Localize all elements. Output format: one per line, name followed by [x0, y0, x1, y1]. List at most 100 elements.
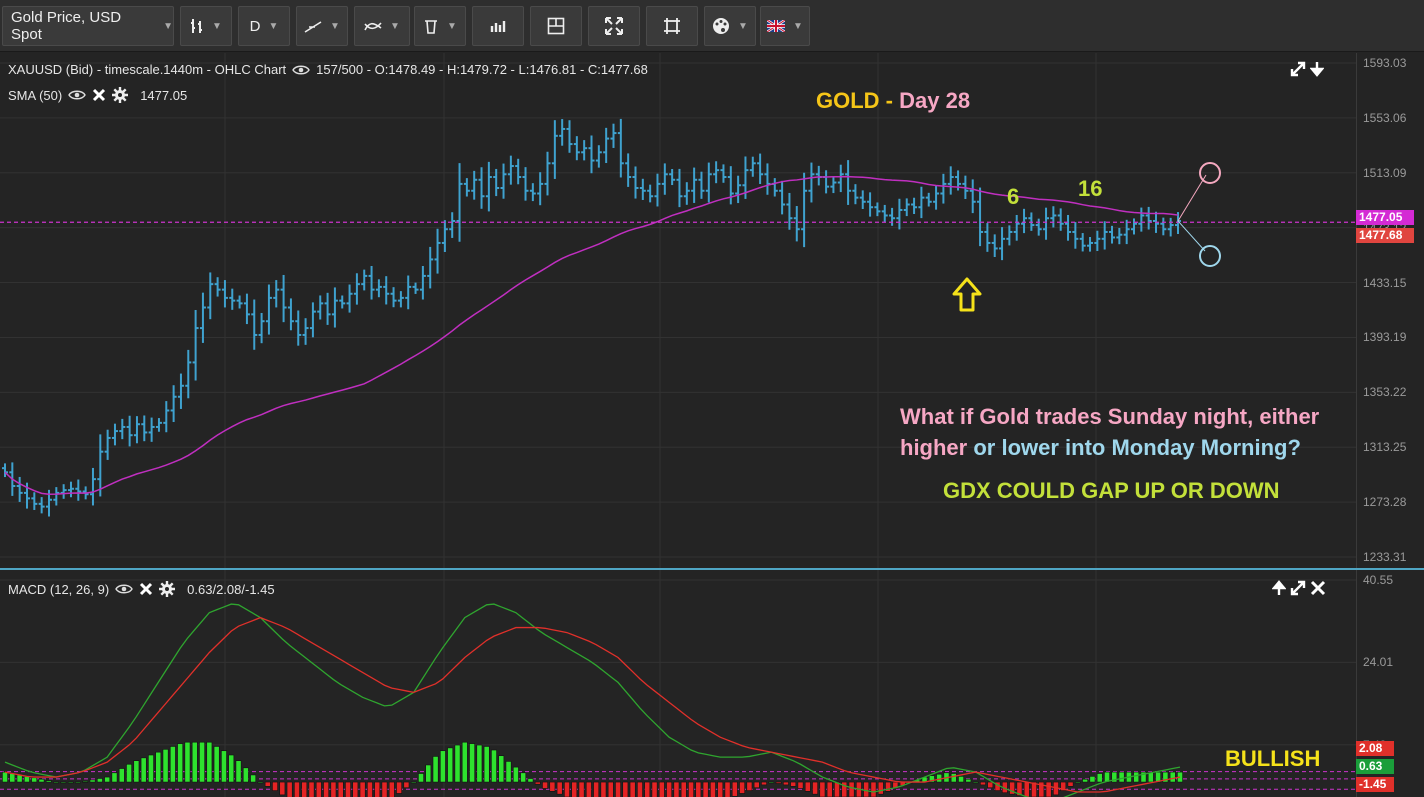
eye-icon[interactable]: [292, 64, 310, 76]
histogram-bar: [746, 781, 753, 791]
ohlc-bar: [353, 273, 360, 305]
histogram-bar: [527, 778, 534, 783]
question-lower: lower into Monday Morning?: [1001, 435, 1301, 460]
ohlc-bar: [258, 312, 265, 344]
ohlc-bar: [925, 192, 932, 207]
panel-controls: [1290, 61, 1324, 77]
trendline-button[interactable]: ▼: [296, 6, 348, 46]
price-axis-tick: 1313.25: [1363, 440, 1407, 455]
histogram-bar: [272, 781, 278, 791]
arrow-down-icon[interactable]: [1310, 61, 1324, 77]
histogram-bar: [60, 781, 67, 784]
timeframe-select[interactable]: D ▼: [238, 6, 290, 46]
expand-icon[interactable]: [1290, 580, 1306, 596]
ohlc-bar: [801, 172, 808, 248]
ohlc-bar: [889, 207, 896, 226]
histogram-bar: [600, 781, 607, 797]
histogram-bar: [688, 781, 694, 797]
histogram-bar: [870, 781, 877, 797]
ohlc-bar: [38, 497, 45, 514]
ohlc-bar: [749, 156, 756, 177]
histogram-bar: [1067, 781, 1074, 787]
title-day: Day 28: [899, 88, 971, 113]
histogram-bar: [177, 743, 184, 783]
instrument-select[interactable]: Gold Price, USD Spot ▼: [2, 6, 174, 46]
ohlc-bar: [485, 161, 492, 212]
layout-button[interactable]: [530, 6, 582, 46]
instrument-label: Gold Price, USD Spot: [11, 9, 122, 43]
histogram-bar: [987, 781, 994, 789]
histogram-bar: [578, 781, 585, 797]
ohlc-bar: [581, 140, 588, 161]
ohlc-bar: [1094, 230, 1101, 252]
price-panel[interactable]: XAUUSD (Bid) - timescale.1440m - OHLC Ch…: [0, 53, 1356, 568]
histogram-bar: [323, 781, 330, 797]
histogram-bar: [439, 750, 446, 783]
histogram-bar: [564, 781, 570, 797]
close-icon[interactable]: [1310, 580, 1326, 596]
ohlc-bar: [361, 269, 368, 291]
ohlc-bar: [280, 274, 287, 323]
histogram-bar: [629, 781, 636, 797]
histogram-bar: [753, 781, 760, 789]
ohlc-bar: [808, 162, 815, 203]
histogram-bar: [498, 755, 505, 783]
histogram-bar: [104, 776, 111, 783]
sma-value: 1477.05: [140, 87, 188, 103]
price-axis-tick: 1553.06: [1363, 110, 1407, 125]
ohlc-bar: [214, 277, 221, 297]
ohlc-bar: [896, 198, 903, 230]
histogram-bar: [418, 773, 424, 783]
indicators-button[interactable]: ▼: [354, 6, 410, 46]
histogram-bar: [148, 754, 154, 783]
ohlc-bar: [126, 415, 133, 447]
ohlc-bar: [119, 418, 126, 440]
histogram-bar: [520, 772, 527, 783]
price-header: XAUUSD (Bid) - timescale.1440m - OHLC Ch…: [8, 62, 648, 77]
ohlc-bar: [874, 202, 881, 217]
crop-button[interactable]: [646, 6, 698, 46]
histogram-bar: [396, 781, 402, 794]
gear-icon[interactable]: [159, 581, 176, 597]
delete-button[interactable]: ▼: [414, 6, 466, 46]
projection-up-line: [1177, 174, 1207, 222]
ohlc-bar: [155, 418, 162, 432]
histogram-bar: [1118, 771, 1125, 783]
gear-icon[interactable]: [112, 87, 129, 103]
histogram-bar: [768, 781, 775, 784]
ohlc-bar: [441, 220, 448, 253]
eye-icon[interactable]: [68, 89, 87, 101]
close-icon[interactable]: [92, 88, 106, 102]
ohlc-bar: [669, 169, 676, 186]
theme-button[interactable]: ▼: [704, 6, 756, 46]
macd-panel[interactable]: MACD (12, 26, 9) 0.63/2.08/-1.45 BULLISH: [0, 570, 1356, 797]
ohlc-bar: [881, 204, 888, 222]
ohlc-bar: [1006, 225, 1013, 246]
count-6-label: 6: [1007, 184, 1020, 209]
volume-button[interactable]: [472, 6, 524, 46]
close-icon[interactable]: [139, 582, 153, 596]
histogram-bar: [53, 781, 59, 784]
ohlc-bar: [1035, 218, 1042, 236]
histogram-bar: [425, 764, 432, 783]
histogram-bar: [388, 781, 395, 797]
language-button[interactable]: ▼: [760, 6, 810, 46]
ohlc-bar: [559, 119, 566, 146]
expand-icon[interactable]: [1290, 61, 1306, 77]
target-down-circle: [1199, 245, 1221, 267]
histogram-bar: [330, 781, 337, 797]
ohlc-bar: [97, 434, 104, 497]
title-gold: GOLD: [816, 88, 880, 113]
arrow-up-icon[interactable]: [1272, 580, 1286, 596]
macd-chart[interactable]: [0, 570, 1356, 797]
price-axis[interactable]: 1593.031553.061513.091473.121433.151393.…: [1356, 53, 1424, 568]
bars-type-button[interactable]: ▼: [180, 6, 232, 46]
ohlc-bar: [595, 145, 602, 168]
eye-icon[interactable]: [115, 583, 133, 595]
ohlc-bar: [500, 163, 507, 199]
ohlc-bar: [823, 170, 830, 194]
histogram-bar: [199, 741, 205, 783]
ohlc-bar: [339, 295, 346, 309]
histogram-bar: [410, 781, 417, 784]
fullscreen-button[interactable]: [588, 6, 640, 46]
